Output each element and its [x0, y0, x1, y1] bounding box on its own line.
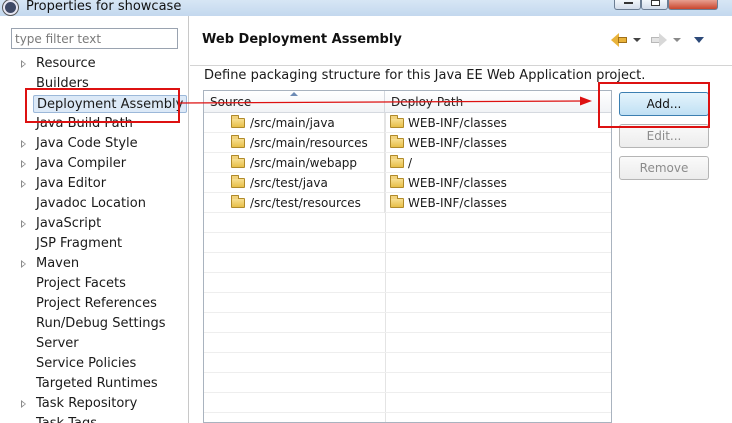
expand-arrow-icon[interactable]: [21, 60, 26, 68]
source-cell: /src/test/java: [204, 173, 385, 193]
nav-item-project-facets[interactable]: Project Facets: [0, 274, 189, 294]
sort-ascending-icon: [290, 92, 298, 96]
table-row-empty: [204, 233, 611, 253]
table-row[interactable]: /src/test/resources WEB-INF/classes: [204, 193, 611, 213]
column-header-source[interactable]: Source: [204, 91, 385, 113]
expand-arrow-icon[interactable]: [21, 260, 26, 268]
close-button[interactable]: [668, 0, 718, 10]
eclipse-icon: [3, 0, 18, 15]
folder-icon: [231, 135, 245, 148]
nav-item-service-policies[interactable]: Service Policies: [0, 354, 189, 374]
nav-item-targeted-runtimes[interactable]: Targeted Runtimes: [0, 374, 189, 394]
table-row-empty: [204, 313, 611, 333]
nav-item-javascript[interactable]: JavaScript: [0, 214, 189, 234]
table-row-empty: [204, 253, 611, 273]
deployment-table[interactable]: Source Deploy Path /src/main/java WEB-IN…: [203, 90, 612, 423]
forward-arrow-icon[interactable]: [649, 32, 667, 48]
deploy-cell: WEB-INF/classes: [385, 113, 611, 133]
maximize-button[interactable]: [641, 0, 668, 10]
forward-dropdown-icon[interactable]: [673, 32, 681, 48]
header-toolbar: [611, 32, 711, 48]
deploy-cell: WEB-INF/classes: [385, 173, 611, 193]
table-row-empty: [204, 353, 611, 373]
table-row[interactable]: /src/main/java WEB-INF/classes: [204, 113, 611, 133]
nav-item-server[interactable]: Server: [0, 334, 189, 354]
table-row[interactable]: /src/main/webapp /: [204, 153, 611, 173]
main-panel: Web Deployment Assembly Define packaging…: [190, 16, 732, 423]
back-arrow-icon[interactable]: [611, 32, 629, 48]
maximize-icon: [651, 0, 660, 6]
folder-icon: [390, 175, 404, 188]
page-description: Define packaging structure for this Java…: [204, 68, 646, 83]
minimize-icon: [624, 0, 633, 4]
table-row-empty: [204, 333, 611, 353]
folder-icon: [231, 175, 245, 188]
source-cell: /src/main/webapp: [204, 153, 385, 173]
expand-arrow-icon[interactable]: [21, 180, 26, 188]
source-cell: /src/main/java: [204, 113, 385, 133]
source-cell: /src/test/resources: [204, 193, 385, 213]
nav-item-java-compiler[interactable]: Java Compiler: [0, 154, 189, 174]
folder-icon: [390, 195, 404, 208]
back-dropdown-icon[interactable]: [633, 32, 641, 48]
expand-arrow-icon[interactable]: [21, 220, 26, 228]
folder-icon: [390, 115, 404, 128]
table-row-empty: [204, 293, 611, 313]
expand-arrow-icon[interactable]: [21, 160, 26, 168]
table-row[interactable]: /src/test/java WEB-INF/classes: [204, 173, 611, 193]
remove-button[interactable]: Remove: [619, 156, 709, 180]
nav-item-task-repository[interactable]: Task Repository: [0, 394, 189, 414]
filter-input[interactable]: [11, 28, 178, 49]
table-row[interactable]: /src/main/resources WEB-INF/classes: [204, 133, 611, 153]
source-cell: /src/main/resources: [204, 133, 385, 153]
nav-item-task-tags[interactable]: Task Tags: [0, 414, 189, 423]
deploy-cell: /: [385, 153, 611, 173]
annotation-box-add-button: [598, 82, 710, 128]
table-header: Source Deploy Path: [204, 91, 611, 113]
folder-icon: [231, 155, 245, 168]
nav-item-resource[interactable]: Resource: [0, 54, 189, 74]
nav-item-run-debug-settings[interactable]: Run/Debug Settings: [0, 314, 189, 334]
nav-item-maven[interactable]: Maven: [0, 254, 189, 274]
table-row-empty: [204, 373, 611, 393]
page-title: Web Deployment Assembly: [202, 32, 402, 47]
nav-item-project-references[interactable]: Project References: [0, 294, 189, 314]
folder-icon: [390, 135, 404, 148]
title-bar: Properties for showcase: [0, 0, 732, 16]
annotation-box-deployment-assembly: [25, 88, 180, 123]
minimize-button[interactable]: [614, 0, 641, 10]
column-header-deploy-path[interactable]: Deploy Path: [385, 91, 611, 113]
folder-icon: [390, 155, 404, 168]
view-menu-icon[interactable]: [693, 32, 705, 48]
table-row-empty: [204, 393, 611, 413]
nav-item-java-code-style[interactable]: Java Code Style: [0, 134, 189, 154]
folder-icon: [231, 195, 245, 208]
nav-panel: Resource Builders Deployment Assembly Ja…: [0, 16, 189, 423]
deploy-cell: WEB-INF/classes: [385, 133, 611, 153]
deploy-cell: WEB-INF/classes: [385, 193, 611, 213]
page-header: Web Deployment Assembly: [190, 16, 732, 66]
expand-arrow-icon[interactable]: [21, 140, 26, 148]
expand-arrow-icon[interactable]: [21, 400, 26, 408]
nav-item-javadoc-location[interactable]: Javadoc Location: [0, 194, 189, 214]
table-row-empty: [204, 213, 611, 233]
nav-item-java-editor[interactable]: Java Editor: [0, 174, 189, 194]
folder-icon: [231, 115, 245, 128]
table-row-empty: [204, 273, 611, 293]
nav-item-jsp-fragment[interactable]: JSP Fragment: [0, 234, 189, 254]
window-title: Properties for showcase: [26, 0, 182, 14]
